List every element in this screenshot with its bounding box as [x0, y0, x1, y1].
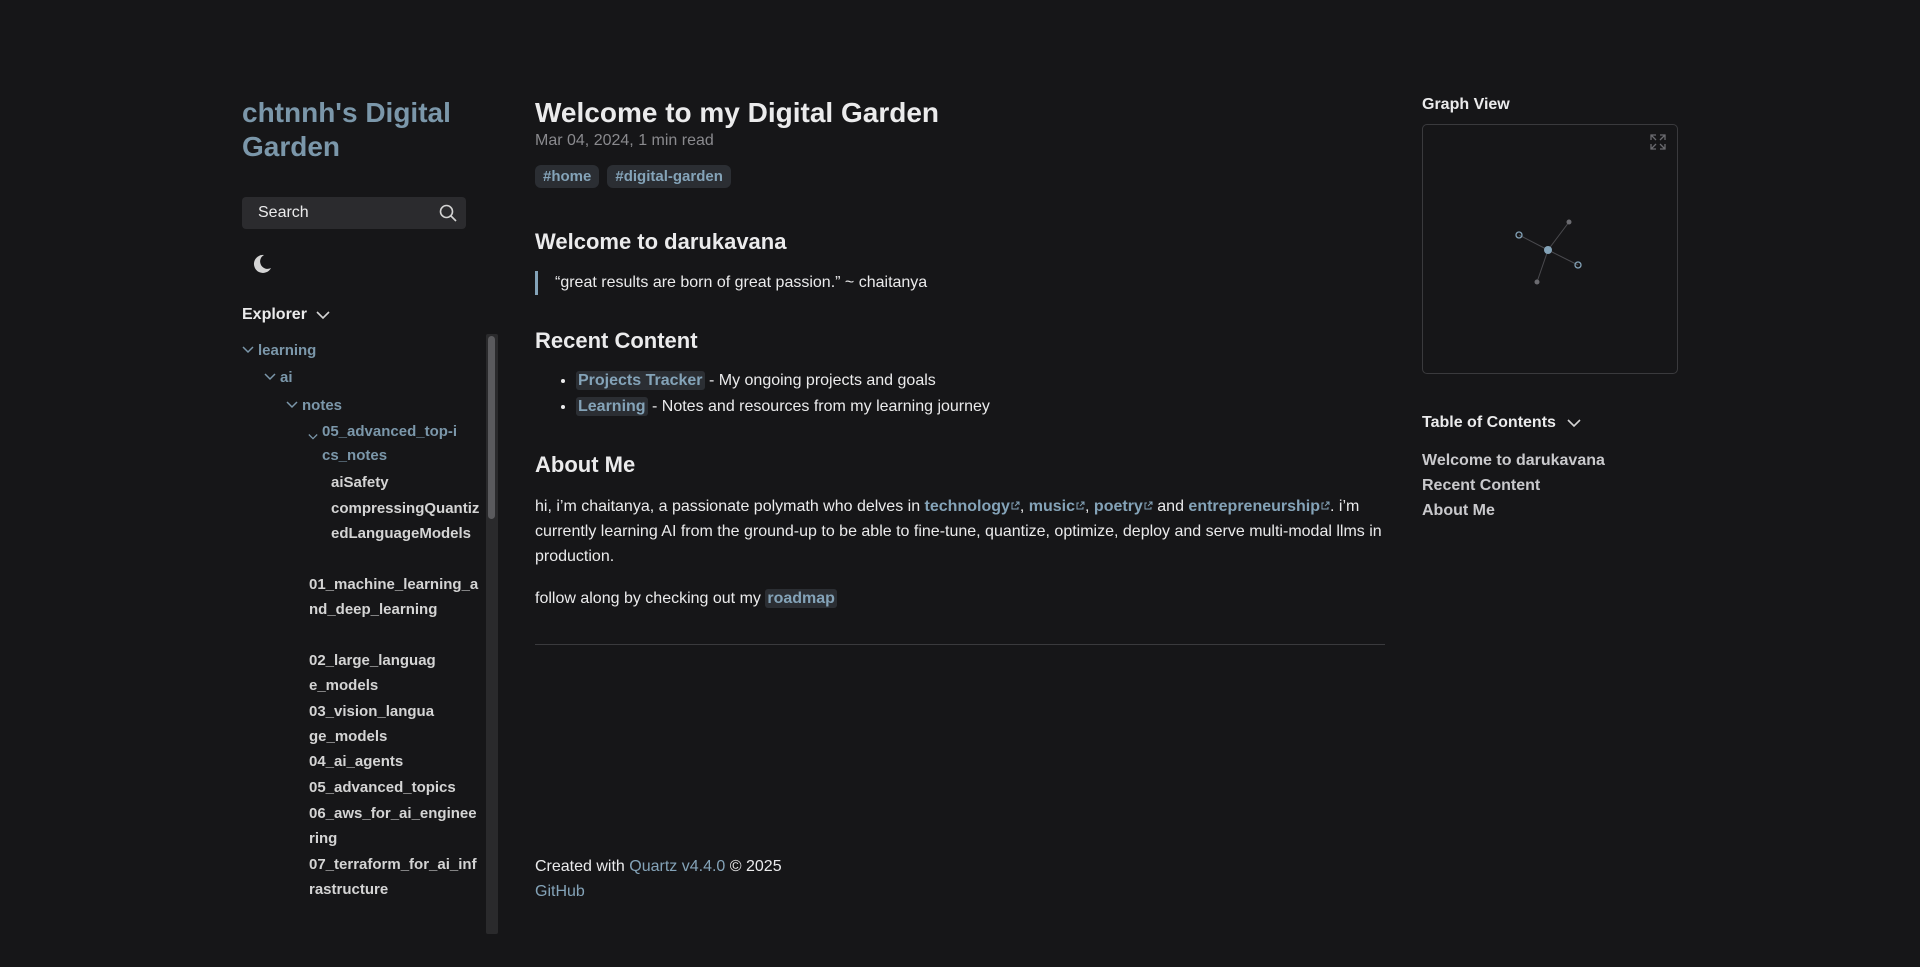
recent-content-list: Projects Tracker - My ongoing projects a… [535, 368, 990, 420]
tag-list: #home #digital-garden [535, 165, 1385, 188]
tree-label: notes [302, 397, 343, 414]
tree-label: ai [280, 369, 293, 386]
link-github[interactable]: GitHub [535, 883, 585, 900]
heading-welcome: Welcome to darukavana [535, 229, 787, 254]
tree-label: 07_terraform_for_ai_infrastructure [309, 856, 477, 898]
heading-recent-content: Recent Content [535, 328, 698, 353]
link-label: technology [924, 498, 1010, 515]
footer: Created with Quartz v4.4.0 © 2025 GitHub [535, 854, 782, 904]
graph-node-current [1544, 246, 1552, 254]
tree-file-03[interactable]: 03_vision_language_models [309, 699, 439, 749]
footer-text: Created with [535, 858, 630, 875]
site-title[interactable]: chtnnh's Digital Garden [242, 96, 472, 164]
explorer-title: Explorer [242, 306, 307, 323]
page-meta: Mar 04, 2024, 1 min read [535, 132, 1385, 150]
page-title: Welcome to my Digital Garden [535, 97, 940, 128]
page-date: Mar 04, 2024, [535, 132, 634, 149]
link-label: entrepreneurship [1188, 498, 1321, 515]
divider [535, 644, 1385, 645]
explorer-scrollbar-thumb[interactable] [488, 336, 495, 519]
right-sidebar: Graph View Table of Contents Welcome to … [1422, 96, 1682, 519]
link-projects-tracker[interactable]: Projects Tracker [576, 371, 705, 390]
tree-label: 01_machine_learning_and_deep_learning [309, 576, 479, 618]
list-item: Projects Tracker - My ongoing projects a… [576, 368, 990, 394]
toc-item-about-me[interactable]: About Me [1422, 498, 1605, 523]
blockquote: “great results are born of great passion… [535, 271, 927, 295]
link-quartz[interactable]: Quartz v4.4.0 [629, 858, 725, 875]
tree-label: 02_large_language_models [309, 652, 436, 694]
link-learning[interactable]: Learning [576, 397, 648, 416]
main-content: Welcome to my Digital Garden Mar 04, 202… [535, 96, 1385, 900]
chevron-down-icon [242, 338, 256, 363]
follow-text: follow along by checking out my [535, 590, 766, 607]
tree-file-02[interactable]: 02_large_language_models [309, 648, 439, 698]
graph-view[interactable] [1422, 124, 1678, 374]
chevron-down-icon [308, 426, 320, 451]
list-item: Learning - Notes and resources from my l… [576, 394, 990, 420]
tree-file-04[interactable]: 04_ai_agents [309, 749, 403, 774]
search-button[interactable]: Search [242, 197, 466, 229]
tree-file-05[interactable]: 05_advanced_topics [309, 775, 456, 800]
list-item-text: - My ongoing projects and goals [704, 372, 936, 389]
tree-folder-advanced-topics-notes[interactable]: 05_advanced_top-ics_notes [308, 420, 468, 468]
heading-about-me: About Me [535, 452, 636, 477]
explorer-tree: learning ai notes 05_advanced_top-ics_no… [242, 338, 487, 933]
graph-node [1566, 219, 1572, 225]
link-music[interactable]: music [1029, 498, 1085, 515]
tree-folder-ai[interactable]: ai [264, 365, 293, 390]
tree-folder-learning[interactable]: learning [242, 338, 316, 363]
link-technology[interactable]: technology [925, 498, 1020, 515]
tree-file-07[interactable]: 07_terraform_for_ai_infrastructure [309, 852, 479, 902]
read-time: 1 min read [638, 132, 714, 149]
link-roadmap[interactable]: roadmap [765, 589, 837, 608]
tree-file-01[interactable]: 01_machine_learning_and_deep_learning [309, 572, 479, 622]
external-link-icon [1321, 501, 1330, 510]
chevron-down-icon [286, 393, 300, 418]
left-sidebar: chtnnh's Digital Garden Search Explorer … [242, 96, 498, 934]
tree-label: 05_advanced_top-ics_notes [322, 423, 458, 464]
dark-mode-toggle[interactable] [250, 252, 274, 276]
search-label: Search [258, 204, 309, 221]
link-label: poetry [1093, 498, 1143, 515]
tree-label: learning [258, 342, 317, 359]
link-entrepreneurship[interactable]: entrepreneurship [1188, 498, 1330, 515]
link-poetry[interactable]: poetry [1094, 498, 1153, 515]
footer-year: © 2025 [725, 858, 782, 875]
graph-view-title: Graph View [1422, 96, 1510, 113]
toc-list: Welcome to darukavana Recent Content Abo… [1422, 448, 1605, 523]
list-item-text: - Notes and resources from my learning j… [647, 398, 990, 415]
graph-node [1534, 279, 1540, 285]
toc-item-recent-content[interactable]: Recent Content [1422, 473, 1605, 498]
tree-label: aiSafety [331, 474, 389, 491]
toc-toggle[interactable]: Table of Contents [1422, 414, 1582, 432]
tag-home[interactable]: #home [535, 165, 600, 188]
chevron-down-icon [264, 365, 278, 390]
search-icon [438, 203, 458, 223]
external-link-icon [1144, 501, 1153, 510]
link-label: music [1028, 498, 1076, 515]
toc-title: Table of Contents [1422, 414, 1556, 431]
external-link-icon [1076, 501, 1085, 510]
tree-file-compressing[interactable]: compressingQuantizedLanguageModels [331, 496, 481, 546]
tree-label: 03_vision_language_models [309, 703, 435, 745]
tree-label: 04_ai_agents [309, 753, 404, 770]
tag-digital-garden[interactable]: #digital-garden [607, 165, 731, 188]
tree-label: compressingQuantizedLanguageModels [331, 500, 480, 542]
toc-item-welcome[interactable]: Welcome to darukavana [1422, 448, 1605, 473]
follow-paragraph: follow along by checking out my roadmap [535, 586, 837, 611]
tree-label: 06_aws_for_ai_engineering [309, 805, 477, 847]
about-paragraph: hi, i’m chaitanya, a passionate polymath… [535, 498, 1382, 565]
tree-file-06[interactable]: 06_aws_for_ai_engineering [309, 801, 479, 851]
tree-file-aisafety[interactable]: aiSafety [331, 470, 389, 495]
moon-icon [253, 254, 271, 273]
about-text: hi, i’m chaitanya, a passionate polymath… [535, 498, 925, 515]
explorer-toggle[interactable]: Explorer [242, 306, 331, 324]
tree-folder-notes[interactable]: notes [286, 393, 342, 418]
chevron-down-icon [1567, 419, 1581, 428]
graph-canvas [1515, 219, 1582, 285]
external-link-icon [1011, 501, 1020, 510]
tree-label: 05_advanced_topics [309, 779, 456, 796]
chevron-down-icon [316, 311, 330, 320]
